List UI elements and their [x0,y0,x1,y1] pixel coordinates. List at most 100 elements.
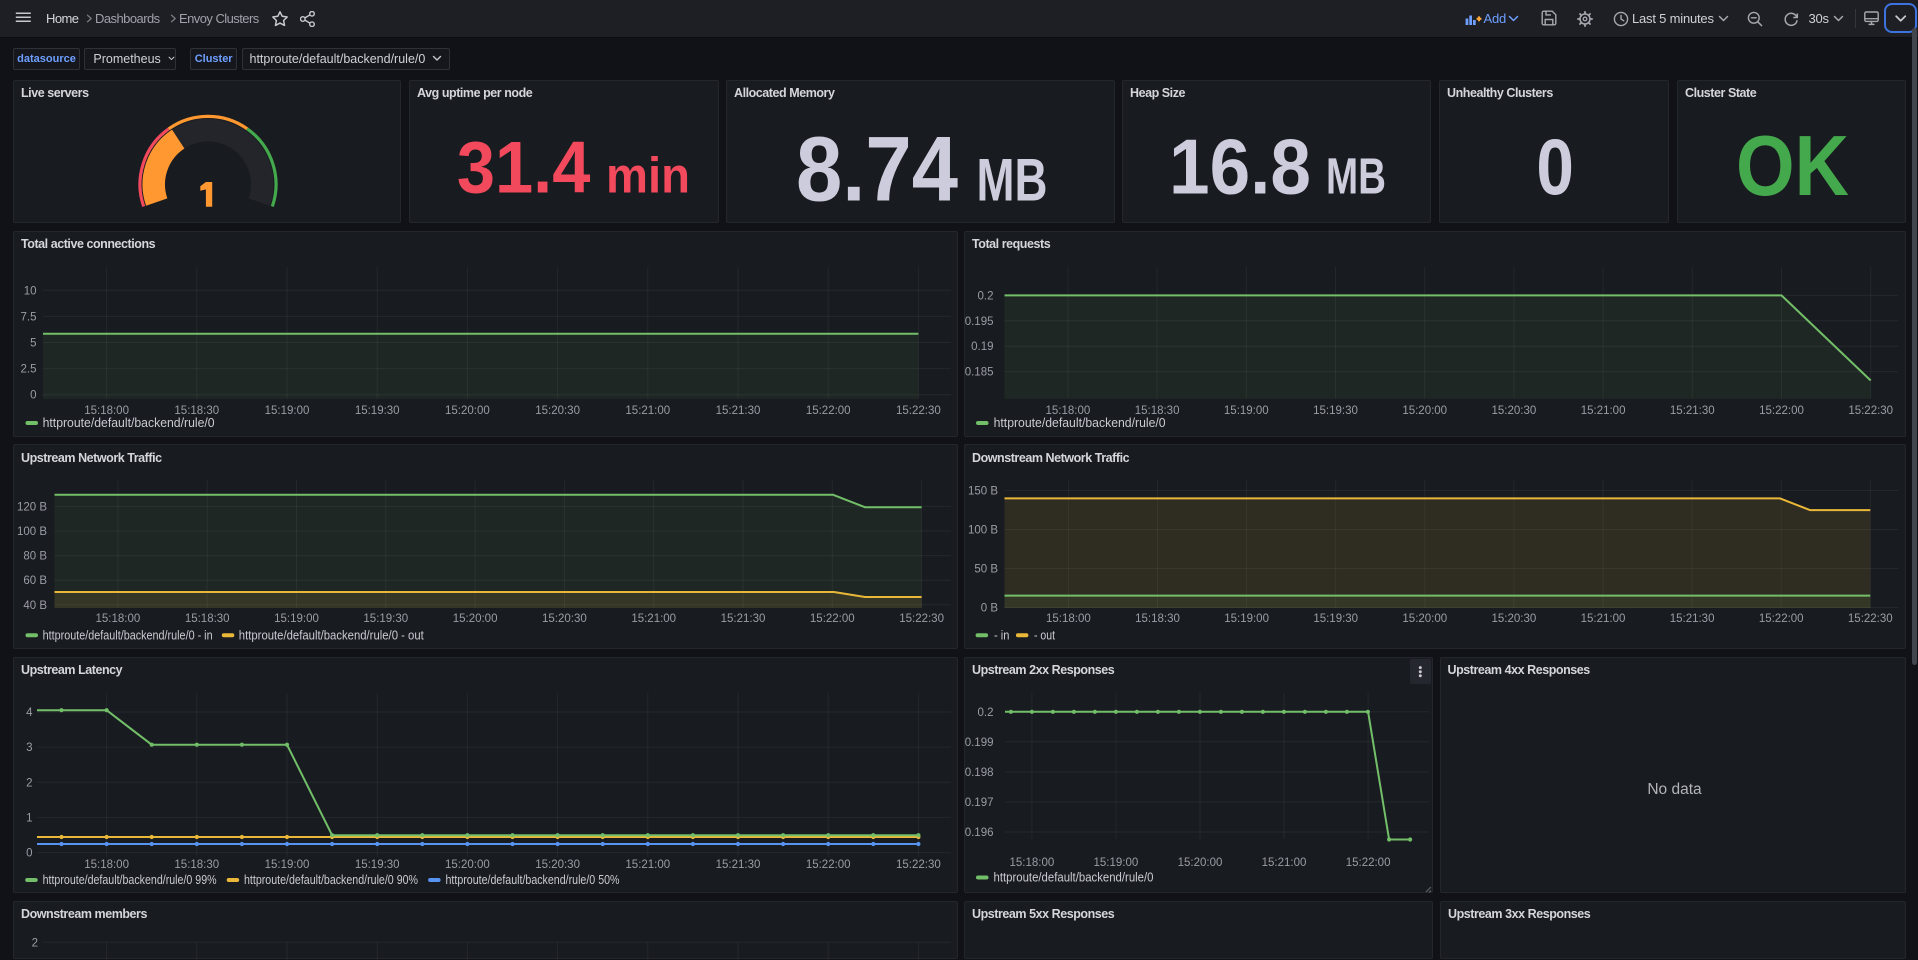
svg-text:15:21:30: 15:21:30 [1670,613,1715,625]
svg-text:7.5: 7.5 [21,311,37,323]
svg-text:15:19:00: 15:19:00 [1224,613,1269,625]
svg-text:2.5: 2.5 [21,363,37,375]
svg-text:15:20:00: 15:20:00 [1178,857,1223,869]
svg-text:httproute/default/backend/rule: httproute/default/backend/rule/0 [994,871,1154,885]
svg-text:0: 0 [26,848,32,860]
svg-text:15:19:00: 15:19:00 [1224,405,1269,417]
svg-text:15:21:00: 15:21:00 [631,613,676,625]
svg-text:15:22:30: 15:22:30 [896,405,941,417]
svg-text:15:18:00: 15:18:00 [84,405,129,417]
svg-text:15:21:30: 15:21:30 [716,405,761,417]
svg-text:15:20:00: 15:20:00 [1402,613,1447,625]
svg-text:httproute/default/backend/rule: httproute/default/backend/rule/0 - in [43,629,213,643]
svg-text:8.74: 8.74 [796,119,958,221]
svg-text:15:18:30: 15:18:30 [185,613,230,625]
svg-text:15:20:00: 15:20:00 [445,859,490,871]
svg-text:min: min [606,148,690,204]
svg-text:15:22:00: 15:22:00 [806,405,851,417]
svg-text:0.2: 0.2 [978,290,994,302]
svg-text:4: 4 [26,707,33,719]
svg-text:15:20:00: 15:20:00 [453,613,498,625]
svg-text:15:20:30: 15:20:30 [1492,405,1537,417]
svg-text:15:21:30: 15:21:30 [716,859,761,871]
svg-text:2: 2 [26,777,32,789]
svg-text:15:20:30: 15:20:30 [535,859,580,871]
svg-text:15:22:00: 15:22:00 [1759,613,1804,625]
svg-text:MB: MB [977,147,1048,214]
svg-text:15:18:30: 15:18:30 [174,859,219,871]
svg-text:15:18:30: 15:18:30 [1135,405,1180,417]
svg-text:0.2: 0.2 [978,707,994,719]
svg-text:0.197: 0.197 [965,797,994,809]
svg-text:15:22:30: 15:22:30 [1848,405,1893,417]
svg-text:15:18:30: 15:18:30 [174,405,219,417]
svg-text:15:22:00: 15:22:00 [806,859,851,871]
svg-text:httproute/default/backend/rule: httproute/default/backend/rule/0 - out [239,629,424,643]
svg-text:httproute/default/backend/rule: httproute/default/backend/rule/0 [994,416,1166,430]
svg-text:50 B: 50 B [974,564,998,576]
svg-text:15:20:30: 15:20:30 [542,613,587,625]
svg-text:- out: - out [1034,629,1055,643]
svg-text:No data: No data [1647,781,1702,798]
svg-text:100 B: 100 B [968,525,998,537]
svg-text:15:18:00: 15:18:00 [84,859,129,871]
svg-text:15:18:00: 15:18:00 [1010,857,1055,869]
svg-text:15:20:00: 15:20:00 [1402,405,1447,417]
svg-text:httproute/default/backend/rule: httproute/default/backend/rule/0 50% [446,873,620,887]
svg-text:15:21:00: 15:21:00 [625,859,670,871]
svg-text:- in: - in [994,629,1010,643]
svg-text:60 B: 60 B [23,575,47,587]
svg-text:httproute/default/backend/rule: httproute/default/backend/rule/0 90% [244,873,418,887]
svg-text:120 B: 120 B [17,502,47,514]
svg-text:15:20:00: 15:20:00 [445,405,490,417]
svg-text:15:21:00: 15:21:00 [1262,857,1307,869]
svg-text:40 B: 40 B [23,600,47,612]
svg-text:15:22:00: 15:22:00 [1759,405,1804,417]
svg-text:15:19:30: 15:19:30 [355,405,400,417]
svg-text:15:19:30: 15:19:30 [355,859,400,871]
svg-text:15:19:00: 15:19:00 [274,613,319,625]
svg-text:15:21:00: 15:21:00 [625,405,670,417]
svg-text:15:19:00: 15:19:00 [265,405,310,417]
svg-text:0: 0 [1536,122,1574,211]
svg-text:80 B: 80 B [23,551,47,563]
svg-text:0 B: 0 B [981,603,999,615]
svg-text:0.196: 0.196 [965,827,994,839]
svg-text:15:21:00: 15:21:00 [1581,613,1626,625]
svg-text:15:18:00: 15:18:00 [96,613,141,625]
svg-text:15:20:30: 15:20:30 [1492,613,1537,625]
svg-text:15:22:30: 15:22:30 [1848,613,1893,625]
svg-text:15:18:00: 15:18:00 [1046,613,1091,625]
svg-text:0.195: 0.195 [965,315,994,327]
svg-text:15:19:30: 15:19:30 [363,613,408,625]
svg-text:0: 0 [30,389,36,401]
svg-text:MB: MB [1326,148,1386,205]
svg-text:15:19:30: 15:19:30 [1313,405,1358,417]
svg-text:2: 2 [32,937,38,949]
svg-text:0.199: 0.199 [965,737,994,749]
svg-text:150 B: 150 B [968,486,998,498]
svg-text:31.4: 31.4 [457,128,591,209]
svg-text:15:19:00: 15:19:00 [265,859,310,871]
svg-text:0.198: 0.198 [965,767,994,779]
svg-text:15:22:30: 15:22:30 [899,613,944,625]
svg-text:15:21:00: 15:21:00 [1581,405,1626,417]
svg-text:1: 1 [26,812,32,824]
svg-text:3: 3 [26,742,32,754]
svg-text:100 B: 100 B [17,526,47,538]
svg-text:15:18:00: 15:18:00 [1046,405,1091,417]
svg-text:15:18:30: 15:18:30 [1135,613,1180,625]
svg-text:15:19:30: 15:19:30 [1313,613,1358,625]
svg-text:httproute/default/backend/rule: httproute/default/backend/rule/0 99% [43,873,217,887]
svg-text:15:21:30: 15:21:30 [1670,405,1715,417]
svg-text:0.185: 0.185 [965,366,994,378]
svg-text:httproute/default/backend/rule: httproute/default/backend/rule/0 [43,416,215,430]
svg-text:15:19:00: 15:19:00 [1094,857,1139,869]
svg-text:5: 5 [30,337,36,349]
svg-text:0.19: 0.19 [971,341,993,353]
svg-text:10: 10 [24,285,37,297]
svg-text:OK: OK [1736,119,1849,214]
svg-text:15:22:00: 15:22:00 [810,613,855,625]
svg-text:15:22:00: 15:22:00 [1346,857,1391,869]
svg-text:15:21:30: 15:21:30 [721,613,766,625]
